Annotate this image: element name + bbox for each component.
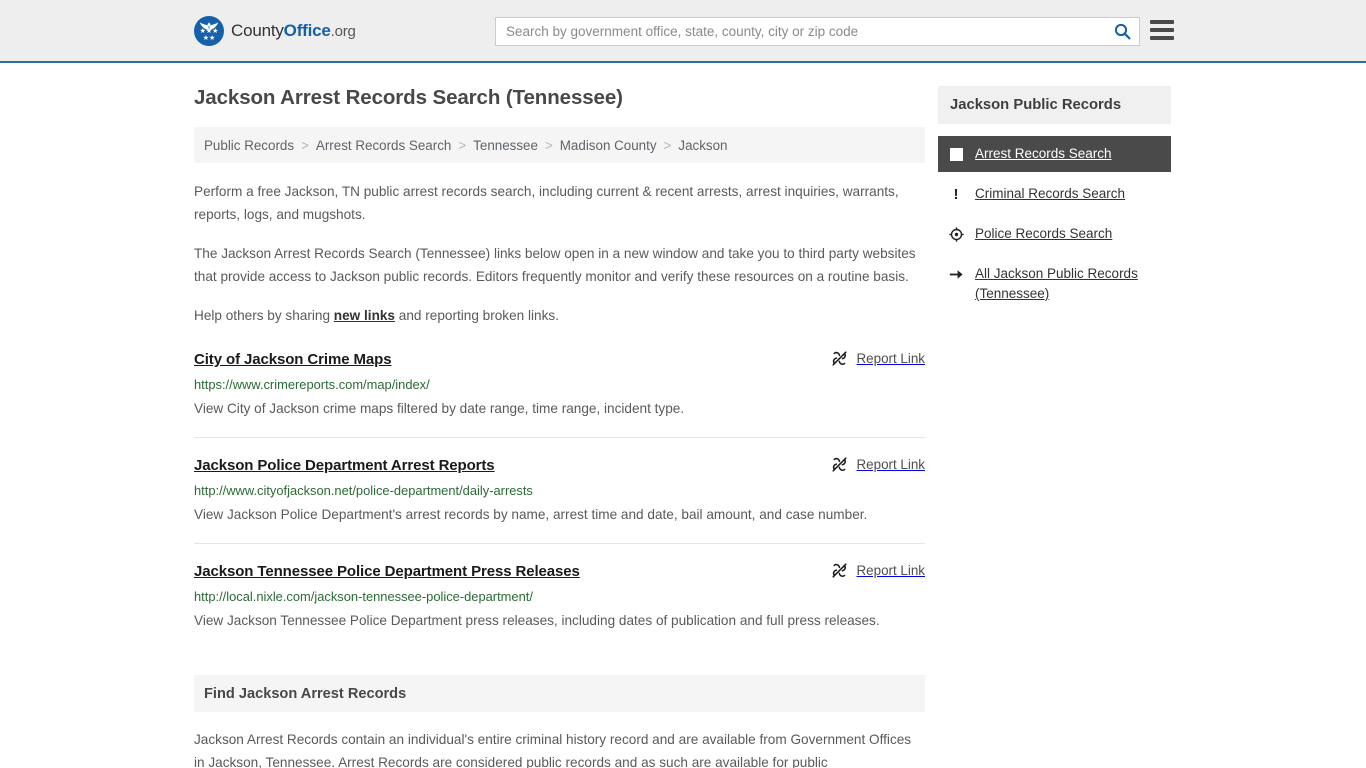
report-link-button[interactable]: Report Link xyxy=(831,349,925,367)
brand-wordmark: CountyOffice.org xyxy=(231,21,356,41)
sidebar: Jackson Public Records Arrest Records Se… xyxy=(938,86,1171,316)
breadcrumb-item-jackson: Jackson xyxy=(678,137,728,153)
result-title-link[interactable]: Jackson Tennessee Police Department Pres… xyxy=(194,561,580,582)
sidebar-header: Jackson Public Records xyxy=(938,86,1171,124)
search-bar[interactable] xyxy=(495,17,1140,46)
hamburger-bar xyxy=(1150,28,1174,32)
page-title: Jackson Arrest Records Search (Tennessee… xyxy=(194,86,623,109)
result-item: City of Jackson Crime Maps Report Link h… xyxy=(194,349,925,438)
crosshair-target-icon xyxy=(948,226,964,242)
white-square-icon xyxy=(948,146,964,162)
intro-paragraph-1: Perform a free Jackson, TN public arrest… xyxy=(194,184,899,222)
breadcrumb-separator: > xyxy=(544,137,553,153)
sidebar-item-all-public-records[interactable]: All Jackson Public Records (Tennessee) xyxy=(938,256,1171,312)
sidebar-item-label: Police Records Search xyxy=(975,226,1113,241)
breadcrumb-separator: > xyxy=(301,137,309,153)
sidebar-item-label: All Jackson Public Records (Tennessee) xyxy=(975,266,1138,301)
crosshair-glyph xyxy=(948,226,964,242)
main-column: Jackson Arrest Records Search (Tennessee… xyxy=(194,86,925,768)
search-input[interactable] xyxy=(496,18,1105,45)
broken-link-icon xyxy=(831,351,847,366)
intro-text: Perform a free Jackson, TN public arrest… xyxy=(194,180,925,327)
stars-glyph: ★★★ ★★ xyxy=(199,27,219,42)
result-item: Jackson Tennessee Police Department Pres… xyxy=(194,561,925,649)
breadcrumb: Public Records > Arrest Records Search >… xyxy=(194,127,925,163)
result-item: Jackson Police Department Arrest Reports… xyxy=(194,455,925,544)
result-header: City of Jackson Crime Maps Report Link xyxy=(194,349,925,370)
brand-county: County xyxy=(231,20,284,40)
search-button[interactable] xyxy=(1105,18,1139,45)
report-link-label: Report Link xyxy=(856,351,925,366)
sidebar-list: Arrest Records Search ! Criminal Records… xyxy=(938,136,1171,312)
sidebar-heading: Jackson Public Records xyxy=(950,97,1122,113)
breadcrumb-separator: > xyxy=(458,137,467,153)
sidebar-item-label: Arrest Records Search xyxy=(975,146,1112,161)
results-list: City of Jackson Crime Maps Report Link h… xyxy=(194,349,925,649)
intro-paragraph-3: Help others by sharing new links and rep… xyxy=(194,304,925,327)
breadcrumb-item-public-records[interactable]: Public Records xyxy=(204,138,294,153)
search-icon xyxy=(1114,23,1130,40)
find-records-text: Jackson Arrest Records contain an indivi… xyxy=(194,732,912,768)
report-link-label: Report Link xyxy=(856,563,925,578)
arrow-right-glyph xyxy=(949,269,963,279)
find-records-section-header: Find Jackson Arrest Records xyxy=(194,675,925,712)
result-header: Jackson Police Department Arrest Reports… xyxy=(194,455,925,476)
intro-p3-before: Help others by sharing xyxy=(194,308,334,323)
result-header: Jackson Tennessee Police Department Pres… xyxy=(194,561,925,582)
result-title-link[interactable]: Jackson Police Department Arrest Reports xyxy=(194,455,495,476)
report-link-label: Report Link xyxy=(856,457,925,472)
result-url[interactable]: http://www.cityofjackson.net/police-depa… xyxy=(194,482,925,500)
page-container: Jackson Arrest Records Search (Tennessee… xyxy=(0,63,1366,768)
sidebar-item-police-records-search[interactable]: Police Records Search xyxy=(938,216,1171,252)
exclamation-icon: ! xyxy=(953,185,959,203)
site-logo-link[interactable]: ★★★ ★★ CountyOffice.org xyxy=(194,15,356,46)
sidebar-item-criminal-records-search[interactable]: ! Criminal Records Search xyxy=(938,176,1171,212)
result-url[interactable]: http://local.nixle.com/jackson-tennessee… xyxy=(194,588,925,606)
hamburger-bar xyxy=(1150,20,1174,24)
result-description: View City of Jackson crime maps filtered… xyxy=(194,401,685,416)
hamburger-menu-icon[interactable] xyxy=(1150,20,1174,40)
new-links-link[interactable]: new links xyxy=(334,308,395,323)
eagle-seal-icon: ★★★ ★★ xyxy=(194,15,224,46)
breadcrumb-item-madison-county[interactable]: Madison County xyxy=(560,138,657,153)
arrow-right-icon xyxy=(948,266,964,282)
sidebar-item-arrest-records-search[interactable]: Arrest Records Search xyxy=(938,136,1171,172)
brand-org: .org xyxy=(330,22,356,40)
brand-office: Office xyxy=(283,20,331,40)
report-link-button[interactable]: Report Link xyxy=(831,561,925,579)
report-link-button[interactable]: Report Link xyxy=(831,455,925,473)
result-description: View Jackson Tennessee Police Department… xyxy=(194,613,880,628)
site-header: ★★★ ★★ CountyOffice.org xyxy=(0,0,1366,63)
broken-link-icon xyxy=(831,457,847,472)
breadcrumb-separator: > xyxy=(663,137,672,153)
hamburger-bar xyxy=(1150,36,1174,40)
intro-p3-after: and reporting broken links. xyxy=(395,308,559,323)
find-records-section-body: Jackson Arrest Records contain an indivi… xyxy=(194,728,925,768)
broken-link-icon xyxy=(831,563,847,578)
sidebar-item-label: Criminal Records Search xyxy=(975,186,1126,201)
breadcrumb-item-arrest-records-search[interactable]: Arrest Records Search xyxy=(316,138,451,153)
result-url[interactable]: https://www.crimereports.com/map/index/ xyxy=(194,376,925,394)
result-description: View Jackson Police Department's arrest … xyxy=(194,507,868,522)
result-title-link[interactable]: City of Jackson Crime Maps xyxy=(194,349,392,370)
intro-paragraph-2: The Jackson Arrest Records Search (Tenne… xyxy=(194,246,916,284)
breadcrumb-item-tennessee[interactable]: Tennessee xyxy=(473,138,538,153)
find-records-heading: Find Jackson Arrest Records xyxy=(204,685,407,702)
